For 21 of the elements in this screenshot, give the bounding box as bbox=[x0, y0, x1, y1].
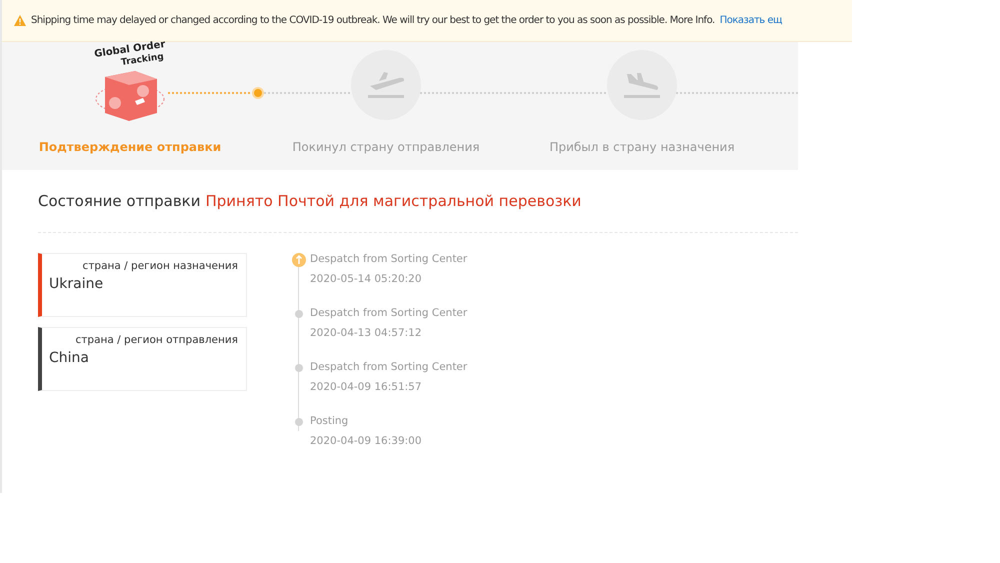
country-label: страна / регион назначения bbox=[82, 260, 238, 272]
country-name: Ukraine bbox=[49, 276, 104, 292]
country-name: China bbox=[49, 350, 90, 366]
step-label: Прибыл в страну назначения bbox=[549, 140, 735, 154]
event-time: 2020-04-09 16:51:57 bbox=[310, 381, 423, 393]
event-title: Despatch from Sorting Center bbox=[310, 361, 468, 373]
event-title: Despatch from Sorting Center bbox=[310, 253, 468, 265]
step-label: Покинул страну отправления bbox=[292, 140, 480, 154]
event-time: 2020-04-13 04:57:12 bbox=[310, 327, 423, 339]
event-title: Despatch from Sorting Center bbox=[310, 307, 468, 319]
event-time: 2020-04-09 16:39:00 bbox=[310, 435, 423, 447]
event-title: Posting bbox=[310, 415, 350, 427]
status-value: Принято Почтой для магистральной перевозки bbox=[205, 192, 582, 210]
show-more-link[interactable]: Показать ещ bbox=[720, 15, 782, 26]
step-label: Подтверждение отправки bbox=[38, 140, 222, 154]
progress-dot bbox=[252, 87, 264, 99]
notice-text: Shipping time may delayed or changed according to the COVID-19 outbreak. We will try our best to get the order to you as soon as possible. More Info. bbox=[31, 15, 715, 26]
status-label: Состояние отправки bbox=[38, 192, 200, 210]
event-time: 2020-05-14 05:20:20 bbox=[310, 273, 423, 285]
warning-icon bbox=[14, 15, 26, 26]
country-label: страна / регион отправления bbox=[76, 334, 238, 346]
